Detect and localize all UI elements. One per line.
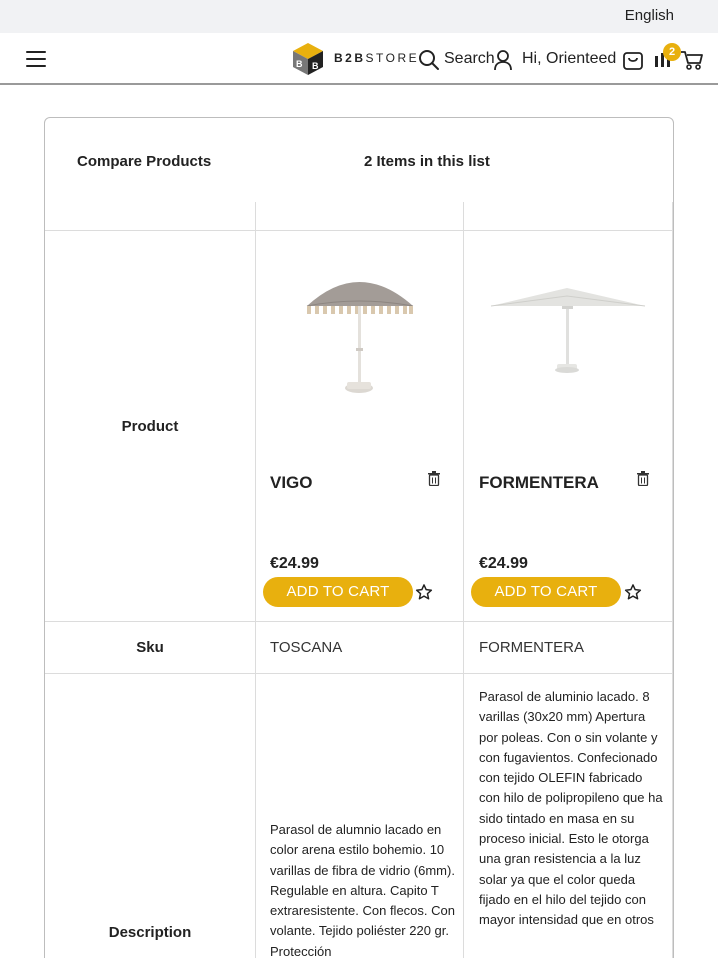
cart-icon[interactable] [680, 49, 704, 71]
product-image-formentera[interactable] [477, 248, 657, 398]
product-sku: FORMENTERA [479, 639, 584, 656]
menu-icon[interactable] [26, 51, 46, 67]
brand-bold: B2B [334, 51, 366, 65]
column-divider [463, 202, 464, 958]
row-divider [45, 230, 673, 231]
product-description: Parasol de alumnio lacado en color arena… [270, 822, 455, 958]
user-icon[interactable] [493, 49, 513, 71]
row-divider [45, 673, 673, 674]
product-name[interactable]: FORMENTERA [479, 473, 599, 493]
column-divider [255, 202, 256, 958]
search-label[interactable]: Search [444, 50, 495, 68]
trash-icon[interactable] [637, 471, 649, 486]
column-divider [672, 202, 673, 958]
compare-item-count: 2 Items in this list [364, 153, 490, 170]
product-price: €24.99 [270, 555, 319, 572]
brand-name[interactable]: B2BSTORE [334, 51, 419, 65]
star-icon[interactable] [415, 583, 433, 601]
add-to-cart-button[interactable]: ADD TO CART [471, 577, 621, 607]
svg-text:B: B [296, 59, 303, 69]
row-divider [45, 621, 673, 622]
search-icon[interactable] [418, 49, 440, 71]
product-price: €24.99 [479, 555, 528, 572]
product-sku: TOSCANA [270, 639, 343, 656]
language-selector[interactable]: English [625, 7, 674, 24]
product-name[interactable]: VIGO [270, 473, 313, 493]
svg-text:B: B [312, 61, 319, 71]
compare-header: Compare Products 2 Items in this list [45, 118, 673, 202]
logo-icon[interactable]: B B [291, 41, 325, 77]
add-to-cart-button[interactable]: ADD TO CART [263, 577, 413, 607]
brand-rest: STORE [365, 51, 420, 65]
row-label-product: Product [121, 418, 179, 435]
compare-products-card: Compare Products 2 Items in this list Pr… [44, 117, 674, 958]
star-icon[interactable] [624, 583, 642, 601]
row-label-description: Description [108, 924, 192, 941]
user-greeting[interactable]: Hi, Orienteed [522, 50, 616, 68]
site-header: B B B2BSTORE Search Hi, Orienteed 2 [0, 33, 718, 85]
compare-count-badge[interactable]: 2 [663, 43, 681, 61]
top-bar: English [0, 0, 718, 33]
product-description: Parasol de aluminio lacado. 8 varillas (… [479, 689, 663, 928]
row-label-sku: Sku [136, 639, 164, 656]
product-image-vigo[interactable] [269, 248, 449, 398]
bag-icon[interactable] [622, 48, 644, 72]
trash-icon[interactable] [428, 471, 440, 486]
compare-title: Compare Products [77, 153, 212, 170]
